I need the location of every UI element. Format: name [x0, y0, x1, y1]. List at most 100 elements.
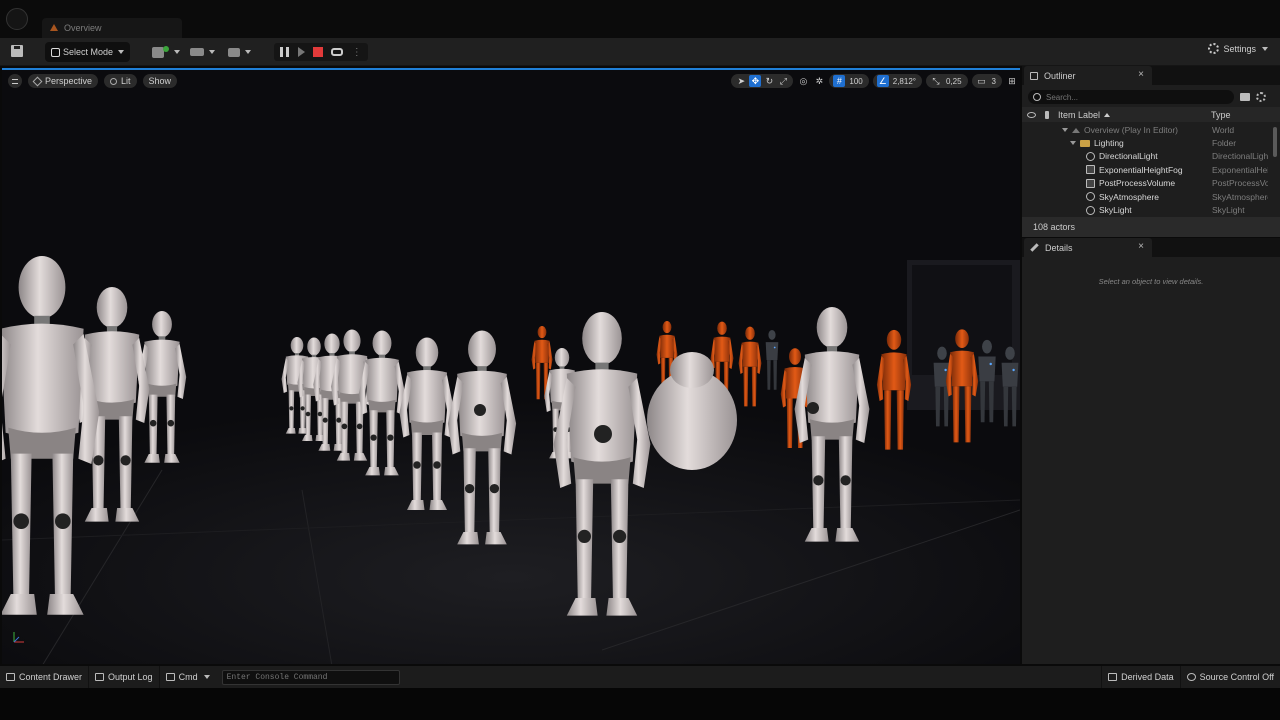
- type-column-header[interactable]: Type: [1211, 110, 1231, 120]
- title-bar: Overview: [0, 0, 1280, 38]
- blueprint-icon: [190, 48, 204, 56]
- tree-row-type: SkyLight: [1212, 205, 1245, 216]
- grid-snap-icon[interactable]: #: [833, 75, 846, 87]
- details-tab-bar: Details ×: [1022, 238, 1280, 257]
- source-control-label: Source Control Off: [1199, 672, 1274, 682]
- eye-icon[interactable]: [1027, 111, 1036, 118]
- step-forward-icon[interactable]: [297, 47, 305, 57]
- tree-row[interactable]: Lighting Folder: [1022, 136, 1280, 149]
- scene-render: [2, 70, 1020, 664]
- expand-arrow-icon[interactable]: [1062, 127, 1068, 132]
- outliner-search-row: [1028, 89, 1274, 105]
- main-toolbar: Select Mode: [0, 38, 1280, 66]
- play-controls: ⋮: [274, 43, 368, 61]
- console-box: [221, 669, 400, 685]
- camera-icon[interactable]: ▭: [976, 75, 988, 87]
- axis-gizmo-icon: [13, 632, 24, 643]
- cinematics-button[interactable]: [228, 42, 251, 62]
- world-icon: [1072, 127, 1080, 133]
- light-bulb-icon: [110, 77, 118, 85]
- select-arrow-icon[interactable]: ➤: [735, 75, 747, 87]
- rotation-snap-value[interactable]: 2,812°: [891, 77, 918, 86]
- save-icon[interactable]: [11, 45, 23, 57]
- tree-row-label: Overview (Play In Editor): [1084, 124, 1178, 135]
- perspective-button[interactable]: Perspective: [28, 74, 99, 88]
- tree-row[interactable]: ExponentialHeightFog ExponentialHeightFo…: [1022, 163, 1280, 176]
- stop-icon[interactable]: [312, 47, 323, 57]
- lit-button[interactable]: Lit: [104, 74, 137, 88]
- tree-row[interactable]: PostProcessVolume PostProcessVolume: [1022, 177, 1280, 190]
- rotation-snap-icon[interactable]: ∠: [876, 75, 889, 87]
- perspective-label: Perspective: [45, 76, 93, 86]
- outliner-tab-label: Outliner: [1044, 70, 1076, 81]
- grid-snap-value[interactable]: 100: [847, 77, 864, 86]
- tree-row[interactable]: Overview (Play In Editor) World: [1022, 123, 1280, 136]
- surface-snap-icon[interactable]: ✲: [813, 75, 825, 87]
- outliner-search-input[interactable]: [1046, 92, 1226, 102]
- derived-data-button[interactable]: Derived Data: [1101, 666, 1180, 688]
- chevron-down-icon: [245, 50, 251, 54]
- outliner-scrollbar[interactable]: [1273, 127, 1277, 157]
- status-bar-right: Derived Data Source Control Off: [1101, 666, 1280, 688]
- select-mode-icon: [51, 47, 60, 57]
- select-mode-dropdown[interactable]: Select Mode: [45, 42, 130, 62]
- tree-row-type: SkyAtmosphere: [1212, 191, 1268, 202]
- content-drawer-icon: [6, 673, 15, 681]
- tree-row-label: SkyLight: [1099, 205, 1132, 216]
- unreal-logo[interactable]: [6, 8, 28, 30]
- close-icon[interactable]: ×: [1138, 241, 1144, 252]
- scale-snap-group: ⤡ 0,25: [925, 74, 968, 88]
- outliner-tab-bar: Outliner ×: [1022, 66, 1280, 85]
- gear-icon[interactable]: [1256, 92, 1266, 102]
- add-content-button[interactable]: [152, 42, 180, 62]
- viewport-menu-button[interactable]: [8, 74, 22, 88]
- more-options-icon[interactable]: ⋮: [352, 47, 362, 58]
- details-tab[interactable]: Details ×: [1024, 238, 1152, 257]
- level-tab[interactable]: Overview: [42, 18, 182, 38]
- chevron-down-icon: [118, 50, 125, 54]
- tree-row-type: PostProcessVolume: [1212, 178, 1268, 189]
- expand-arrow-icon[interactable]: [1070, 141, 1076, 146]
- tree-row[interactable]: SkyLight SkyLight: [1022, 203, 1280, 216]
- output-log-button[interactable]: Output Log: [89, 666, 160, 688]
- show-button[interactable]: Show: [142, 74, 178, 88]
- chevron-down-icon: [209, 50, 215, 54]
- details-empty-message: Select an object to view details.: [1098, 277, 1204, 286]
- content-drawer-label: Content Drawer: [19, 672, 83, 682]
- clapperboard-icon: [228, 47, 240, 57]
- eject-gamepad-icon[interactable]: [331, 48, 344, 56]
- level-viewport[interactable]: Perspective Lit Show ➤ ✥ ↻ ⤢ ◎ ✲ # 100 ∠…: [2, 68, 1020, 664]
- sort-ascending-icon: [1104, 113, 1111, 118]
- translate-icon[interactable]: ✥: [749, 75, 762, 87]
- item-label-column[interactable]: Item Label: [1058, 110, 1208, 120]
- pencil-icon: [1030, 243, 1039, 252]
- tree-row-label: Lighting: [1094, 138, 1124, 149]
- outliner-tab[interactable]: Outliner ×: [1024, 66, 1152, 85]
- add-folder-icon[interactable]: [1240, 93, 1250, 101]
- maximize-viewport-icon[interactable]: ⊞: [1006, 75, 1018, 87]
- console-command-input[interactable]: [222, 670, 393, 684]
- tree-row[interactable]: DirectionalLight DirectionalLight: [1022, 150, 1280, 163]
- world-space-icon[interactable]: ◎: [797, 75, 809, 87]
- scale-snap-value[interactable]: 0,25: [944, 77, 964, 86]
- cmd-label: Cmd: [178, 672, 198, 682]
- details-panel: Select an object to view details.: [1022, 257, 1280, 664]
- status-bar: Content Drawer Output Log Cmd Derived Da…: [0, 666, 1280, 688]
- pause-icon[interactable]: [280, 47, 290, 57]
- pin-icon[interactable]: [1045, 110, 1049, 119]
- lit-label: Lit: [121, 76, 131, 86]
- rotate-icon[interactable]: ↻: [763, 75, 775, 87]
- close-icon[interactable]: ×: [1138, 69, 1144, 80]
- blueprints-button[interactable]: [190, 42, 215, 62]
- source-control-button[interactable]: Source Control Off: [1179, 666, 1280, 688]
- gear-icon: [1208, 43, 1220, 54]
- scale-snap-icon[interactable]: ⤡: [930, 75, 942, 87]
- content-drawer-button[interactable]: Content Drawer: [0, 666, 90, 688]
- settings-button[interactable]: Settings: [1208, 43, 1268, 54]
- camera-speed-value[interactable]: 3: [990, 77, 998, 86]
- tree-row-label: SkyAtmosphere: [1099, 191, 1159, 202]
- cmd-dropdown[interactable]: Cmd: [160, 666, 216, 688]
- tree-row[interactable]: SkyAtmosphere SkyAtmosphere: [1022, 190, 1280, 203]
- camera-speed-group: ▭ 3: [971, 74, 1002, 88]
- scale-icon[interactable]: ⤢: [777, 75, 789, 87]
